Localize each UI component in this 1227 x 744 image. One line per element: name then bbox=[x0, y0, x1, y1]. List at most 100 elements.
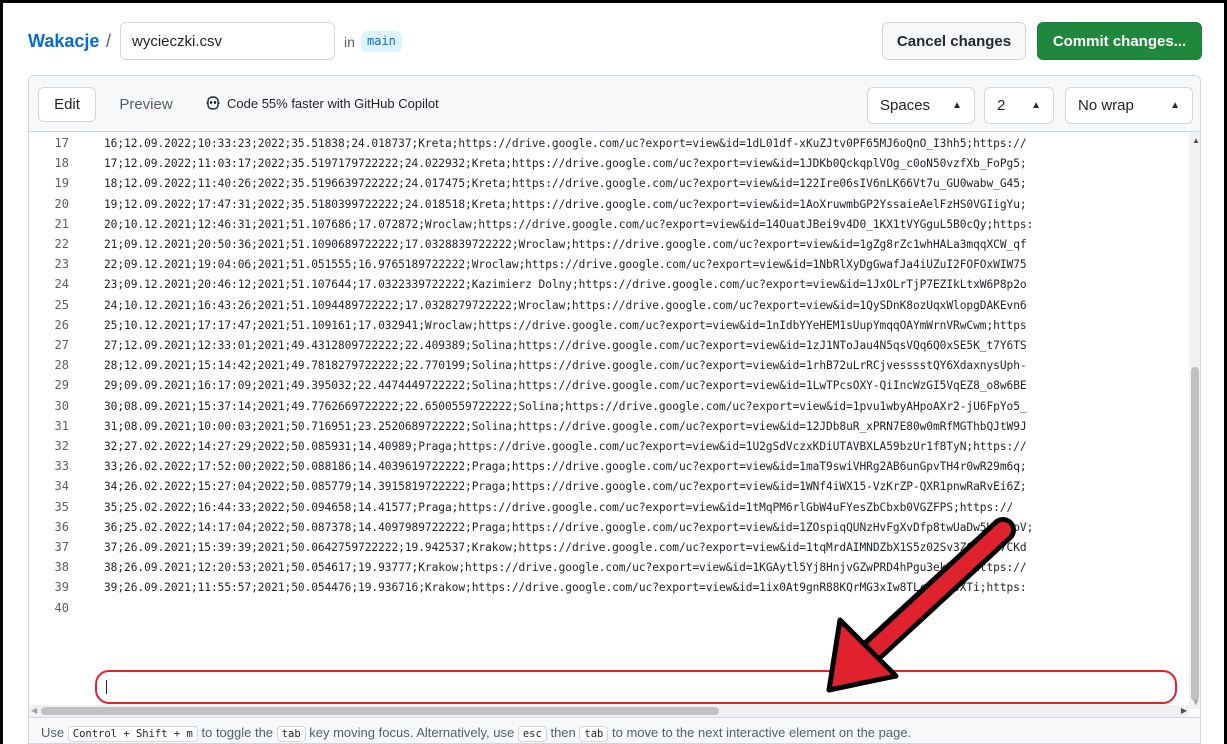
line-content: 17;12.09.2022;11:03:17;2022;35.519717972… bbox=[104, 157, 1027, 171]
code-line[interactable]: 35 35;25.02.2022;16:44:33;2022;50.094658;… bbox=[29, 499, 1189, 519]
code-line[interactable]: 37 37;26.09.2021;15:39:39;2021;50.0642759… bbox=[29, 539, 1189, 559]
code-line[interactable]: 32 32;27.02.2022;14:27:29;2022;50.085931;… bbox=[29, 438, 1189, 458]
code-line[interactable]: 26 25;10.12.2021;17:17:47;2021;51.109161;… bbox=[29, 317, 1189, 337]
tab-preview[interactable]: Preview bbox=[106, 87, 186, 122]
line-number: 19 bbox=[54, 176, 69, 191]
code-line[interactable]: 29 29;09.09.2021;16:17:09;2021;49.395032;… bbox=[29, 377, 1189, 397]
code-line[interactable]: 31 31;08.09.2021;10:00:03;2021;50.716951;… bbox=[29, 418, 1189, 438]
indent-size-value: 2 bbox=[997, 97, 1006, 114]
hint-text: to move to the next interactive element … bbox=[611, 725, 912, 740]
code-line[interactable]: 22 21;09.12.2021;20:50:36;2021;51.1090689… bbox=[29, 236, 1189, 256]
line-content: 34;26.02.2022;15:27:04;2022;50.085779;14… bbox=[104, 480, 1027, 494]
wrap-mode-value: No wrap bbox=[1078, 97, 1134, 114]
line-number: 25 bbox=[54, 297, 69, 312]
sort-caret-icon: ▲︎ bbox=[952, 100, 962, 111]
line-number: 35 bbox=[54, 499, 69, 514]
line-number: 37 bbox=[54, 540, 69, 554]
line-content: 18;12.09.2022;11:40:26;2022;35.519663972… bbox=[104, 177, 1027, 191]
code-line[interactable]: 25 24;10.12.2021;16:43:26;2021;51.1094489… bbox=[29, 297, 1189, 317]
copilot-icon bbox=[206, 96, 220, 110]
sort-caret-icon: ▲︎ bbox=[1031, 100, 1041, 111]
code-line[interactable]: 33 33;26.02.2022;17:52:00;2022;50.088186;… bbox=[29, 458, 1189, 478]
line-number: 20 bbox=[54, 196, 69, 211]
line-content: 23;09.12.2021;20:46:12;2021;51.107644;17… bbox=[104, 278, 1027, 292]
code-line[interactable]: 20 19;12.09.2022;17:47:31;2022;35.5180399… bbox=[29, 196, 1189, 216]
line-number: 29 bbox=[54, 378, 69, 393]
horizontal-scroll-thumb[interactable] bbox=[41, 707, 719, 715]
branch-badge[interactable]: main bbox=[361, 31, 402, 52]
horizontal-scrollbar[interactable]: ◀ ▶ bbox=[29, 705, 1189, 717]
copilot-promo[interactable]: Code 55% faster with GitHub Copilot bbox=[205, 95, 439, 111]
repo-link[interactable]: Wakacje bbox=[28, 31, 99, 52]
code-line[interactable]: 17 16;12.09.2022;10:33:23;2022;35.51838;2… bbox=[29, 135, 1189, 155]
line-number: 32 bbox=[54, 439, 69, 453]
line-content: 38;26.09.2021;12:20:53;2021;50.054617;19… bbox=[104, 561, 1027, 575]
code-line[interactable]: 38 38;26.09.2021;12:20:53;2021;50.054617;… bbox=[29, 559, 1189, 579]
line-content: 25;10.12.2021;17:17:47;2021;51.109161;17… bbox=[104, 318, 1027, 332]
code-line[interactable]: 34 34;26.02.2022;15:27:04;2022;50.085779;… bbox=[29, 478, 1189, 498]
code-line[interactable]: 24 23;09.12.2021;20:46:12;2021;51.107644;… bbox=[29, 276, 1189, 296]
kbd-key: esc bbox=[517, 726, 547, 742]
line-number: 34 bbox=[54, 479, 69, 494]
hint-text: key moving focus. Alternatively, use bbox=[309, 725, 515, 740]
hint-text: Use bbox=[41, 725, 65, 740]
line-number: 39 bbox=[54, 580, 69, 595]
indent-mode-select[interactable]: Spaces ▲︎ bbox=[867, 87, 975, 124]
highlight-annotation bbox=[95, 670, 1177, 704]
sort-caret-icon: ▲︎ bbox=[1170, 100, 1180, 111]
indent-mode-value: Spaces bbox=[880, 97, 931, 114]
editor-header: Wakacje / wycieczki.csv in main Cancel c… bbox=[3, 3, 1224, 73]
line-number: 36 bbox=[54, 519, 69, 534]
vertical-scrollbar[interactable]: ▲ ▼ bbox=[1189, 132, 1200, 709]
line-number: 33 bbox=[54, 459, 69, 474]
vertical-scroll-thumb[interactable] bbox=[1191, 367, 1199, 701]
in-label: in bbox=[344, 34, 355, 50]
code-line[interactable]: 18 17;12.09.2022;11:03:17;2022;35.5197179… bbox=[29, 155, 1189, 175]
line-content: 36;25.02.2022;14:17:04;2022;50.087378;14… bbox=[104, 520, 1034, 534]
code-line[interactable]: 19 18;12.09.2022;11:40:26;2022;35.5196639… bbox=[29, 175, 1189, 195]
cancel-changes-button[interactable]: Cancel changes bbox=[882, 22, 1026, 60]
scroll-right-icon[interactable]: ▶ bbox=[1181, 706, 1187, 715]
indent-size-select[interactable]: 2 ▲︎ bbox=[984, 87, 1054, 124]
code-line[interactable]: 39 39;26.09.2021;11:55:57;2021;50.054476;… bbox=[29, 579, 1189, 599]
line-content: 27;12.09.2021;12:33:01;2021;49.431280972… bbox=[104, 339, 1027, 352]
commit-changes-button[interactable]: Commit changes... bbox=[1037, 22, 1202, 60]
file-editor: Edit Preview Code 55% faster with GitHub… bbox=[28, 75, 1201, 744]
kbd-key: tab bbox=[276, 726, 306, 742]
code-line[interactable]: 30 30;08.09.2021;15:37:14;2021;49.7762669… bbox=[29, 398, 1189, 418]
code-line[interactable]: 28 28;12.09.2021;15:14:42;2021;49.7818279… bbox=[29, 357, 1189, 377]
line-content: 29;09.09.2021;16:17:09;2021;49.395032;22… bbox=[104, 379, 1027, 393]
kbd-key: Control + Shift + m bbox=[67, 726, 198, 742]
code-line[interactable]: 21 20;10.12.2021;12:46:31;2021;51.107686;… bbox=[29, 216, 1189, 236]
line-number: 31 bbox=[54, 418, 69, 433]
filename-input[interactable]: wycieczki.csv bbox=[120, 22, 335, 60]
keyboard-hint: Use Control + Shift + m to toggle the ta… bbox=[29, 717, 1200, 743]
line-number: 23 bbox=[54, 257, 69, 272]
code-area[interactable]: 17 16;12.09.2022;10:33:23;2022;35.51838;2… bbox=[29, 132, 1189, 704]
scroll-left-icon[interactable]: ◀ bbox=[31, 706, 37, 715]
line-number: 24 bbox=[54, 277, 69, 292]
code-line[interactable]: 36 36;25.02.2022;14:17:04;2022;50.087378;… bbox=[29, 519, 1189, 539]
scroll-down-icon[interactable]: ▼ bbox=[1192, 698, 1200, 707]
line-content: 33;26.02.2022;17:52:00;2022;50.088186;14… bbox=[104, 460, 1027, 474]
path-separator: / bbox=[106, 31, 112, 51]
tab-edit[interactable]: Edit bbox=[38, 87, 96, 122]
line-content: 16;12.09.2022;10:33:23;2022;35.51838;24.… bbox=[104, 137, 1027, 150]
line-number: 27 bbox=[54, 338, 69, 352]
scroll-up-icon[interactable]: ▲ bbox=[1192, 136, 1200, 145]
line-content: 20;10.12.2021;12:46:31;2021;51.107686;17… bbox=[104, 217, 1034, 231]
line-number: 26 bbox=[54, 317, 69, 332]
code-line[interactable]: 40 bbox=[29, 600, 1189, 620]
line-content: 31;08.09.2021;10:00:03;2021;50.716951;23… bbox=[104, 419, 1027, 433]
line-number: 30 bbox=[54, 398, 69, 413]
code-line[interactable]: 27 27;12.09.2021;12:33:01;2021;49.4312809… bbox=[29, 337, 1189, 357]
line-number: 28 bbox=[54, 358, 69, 373]
line-content: 39;26.09.2021;11:55:57;2021;50.054476;19… bbox=[104, 581, 1027, 595]
wrap-mode-select[interactable]: No wrap ▲︎ bbox=[1065, 87, 1193, 124]
code-line[interactable]: 23 22;09.12.2021;19:04:06;2021;51.051555;… bbox=[29, 256, 1189, 276]
line-number: 21 bbox=[54, 216, 69, 231]
hint-text: then bbox=[550, 725, 576, 740]
line-number: 18 bbox=[54, 156, 69, 171]
editor-toolbar: Edit Preview Code 55% faster with GitHub… bbox=[29, 76, 1200, 132]
line-number: 40 bbox=[54, 600, 69, 615]
